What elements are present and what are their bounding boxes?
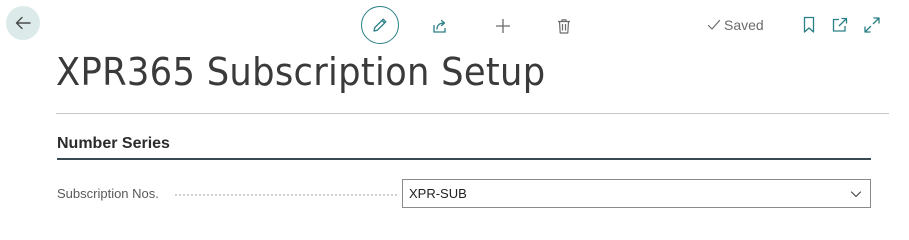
edit-button[interactable] [361,6,399,44]
delete-button[interactable] [545,7,583,45]
share-icon [433,19,446,33]
subscription-nos-value: XPR-SUB [409,186,467,201]
share-button[interactable] [421,7,459,45]
page-title: XPR365 Subscription Setup [56,50,546,94]
title-divider [56,113,889,114]
expand-button[interactable] [863,16,881,34]
chevron-down-icon [850,191,862,198]
dot-leader [175,194,397,196]
open-new-window-button[interactable] [831,16,849,34]
checkmark-icon [707,19,721,30]
expand-icon [864,17,880,33]
plus-icon [496,19,510,33]
back-button[interactable] [6,6,40,40]
subscription-nos-dropdown[interactable]: XPR-SUB [402,179,871,208]
arrow-left-icon [15,16,31,30]
saved-status: Saved [707,17,764,33]
new-button[interactable] [484,7,522,45]
section-divider [57,158,871,160]
open-in-new-window-icon [832,17,848,32]
bookmark-icon [803,16,815,33]
trash-icon [558,19,570,34]
saved-label: Saved [724,17,764,33]
subscription-nos-label: Subscription Nos. [57,186,159,201]
page-root: Saved XPR365 Subscription Setup Number S… [0,0,909,238]
section-header-number-series[interactable]: Number Series [57,135,170,153]
pencil-icon [373,18,387,32]
bookmark-button[interactable] [800,16,818,34]
